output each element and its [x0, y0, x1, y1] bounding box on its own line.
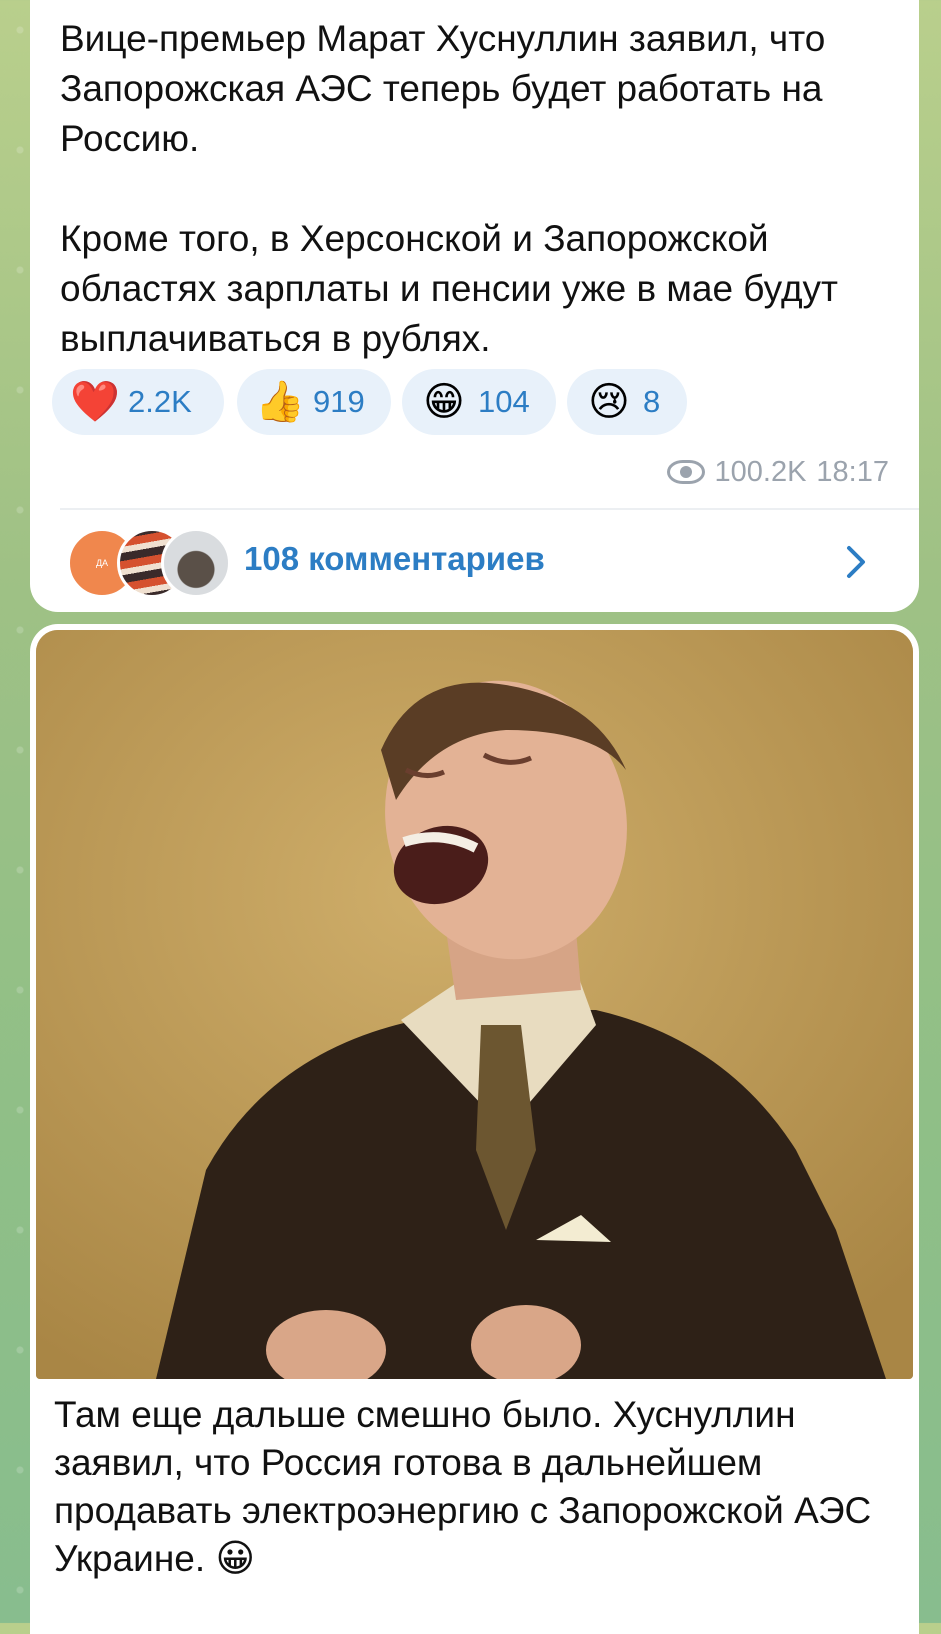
eye-icon — [666, 460, 705, 484]
thumbs-up-icon: 👍 — [255, 380, 305, 424]
reaction-heart[interactable]: ❤️ 2.2K — [52, 369, 224, 435]
heart-icon: ❤️ — [70, 380, 120, 424]
reaction-count: 2.2K — [128, 384, 192, 419]
comments-count-label: 108 комментариев — [244, 540, 545, 577]
reaction-count: 104 — [478, 384, 530, 419]
grinning-face-icon: 😀 — [215, 1538, 256, 1580]
crying-face-icon: 😢 — [588, 380, 630, 424]
view-count: 100.2K — [714, 455, 807, 488]
channel-post: Вице-премьер Марат Хуснуллин заявил, что… — [30, 0, 919, 612]
chevron-right-icon — [847, 546, 865, 578]
avatar — [161, 528, 231, 598]
reaction-grin[interactable]: 😁 104 — [402, 369, 556, 435]
post-time: 18:17 — [816, 455, 889, 488]
divider — [60, 508, 919, 510]
commenter-avatars: ДА — [67, 528, 231, 598]
reaction-cry[interactable]: 😢 8 — [567, 369, 687, 435]
reaction-count: 8 — [643, 384, 661, 419]
photo-laughing-man[interactable] — [36, 630, 913, 1379]
message-text: Там еще дальше смешно было. Хуснуллин за… — [54, 1394, 882, 1580]
reaction-count: 919 — [313, 384, 365, 419]
reaction-thumbs-up[interactable]: 👍 919 — [237, 369, 391, 435]
post-meta: 100.2K 18:17 — [666, 454, 889, 490]
post-text: Вице-премьер Марат Хуснуллин заявил, что… — [60, 18, 838, 359]
grin-icon: 😁 — [423, 380, 465, 424]
comments-button[interactable]: ДА 108 комментариев — [30, 518, 919, 606]
reply-message: Там еще дальше смешно было. Хуснуллин за… — [30, 624, 919, 1634]
